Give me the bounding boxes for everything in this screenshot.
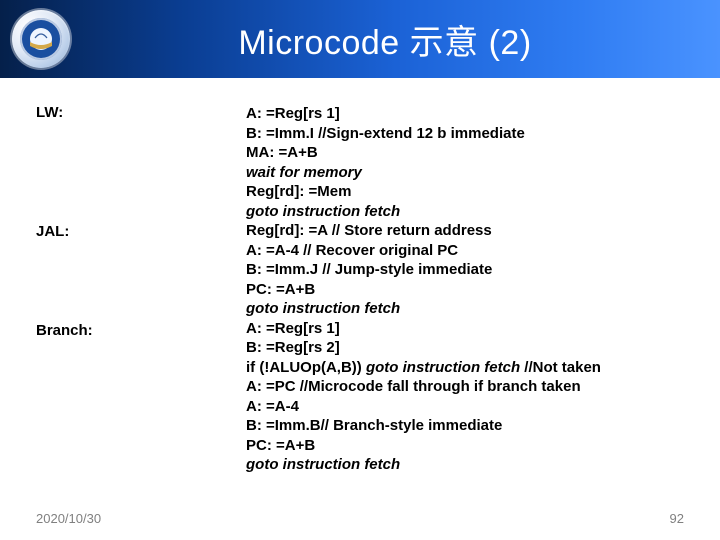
footer-date: 2020/10/30 <box>36 511 101 526</box>
slide-header: Microcode 示意 (2) <box>0 0 720 78</box>
lw-line: MA: =A+B <box>246 143 601 163</box>
instruction-labels: LW: JAL: Branch: <box>36 104 246 475</box>
label-lw: LW: <box>36 104 246 121</box>
lw-line: B: =Imm.I //Sign-extend 12 b immediate <box>246 124 601 144</box>
jal-line: B: =Imm.J // Jump-style immediate <box>246 260 601 280</box>
branch-if-goto: goto instruction fetch <box>366 359 524 376</box>
jal-line: A: =A-4 // Recover original PC <box>246 241 601 261</box>
lw-line: A: =Reg[rs 1] <box>246 104 601 124</box>
label-jal: JAL: <box>36 223 246 240</box>
slide-title: Microcode 示意 (2) <box>70 15 720 64</box>
slide: Microcode 示意 (2) LW: JAL: Branch: A: =Re… <box>0 0 720 540</box>
branch-line: goto instruction fetch <box>246 455 601 475</box>
branch-line: A: =A-4 <box>246 397 601 417</box>
footer-page-number: 92 <box>670 511 684 526</box>
jal-line: PC: =A+B <box>246 280 601 300</box>
label-branch: Branch: <box>36 322 246 339</box>
university-seal-icon <box>12 10 70 68</box>
branch-if-cond: if (!ALUOp(A,B)) <box>246 359 366 376</box>
jal-line: goto instruction fetch <box>246 299 601 319</box>
seal-inner <box>20 18 62 60</box>
branch-line: B: =Imm.B// Branch-style immediate <box>246 416 601 436</box>
microcode-listing: A: =Reg[rs 1] B: =Imm.I //Sign-extend 12… <box>246 104 601 475</box>
branch-line: B: =Reg[rs 2] <box>246 338 601 358</box>
branch-line: PC: =A+B <box>246 436 601 456</box>
branch-line: A: =Reg[rs 1] <box>246 319 601 339</box>
lw-line: goto instruction fetch <box>246 202 601 222</box>
slide-body: LW: JAL: Branch: A: =Reg[rs 1] B: =Imm.I… <box>0 78 720 475</box>
branch-if-comment: //Not taken <box>524 359 601 376</box>
lw-line: Reg[rd]: =Mem <box>246 182 601 202</box>
lw-line: wait for memory <box>246 163 601 183</box>
jal-line: Reg[rd]: =A // Store return address <box>246 221 601 241</box>
branch-line: if (!ALUOp(A,B)) goto instruction fetch … <box>246 358 601 378</box>
slide-footer: 2020/10/30 92 <box>0 511 720 526</box>
branch-line: A: =PC //Microcode fall through if branc… <box>246 377 601 397</box>
